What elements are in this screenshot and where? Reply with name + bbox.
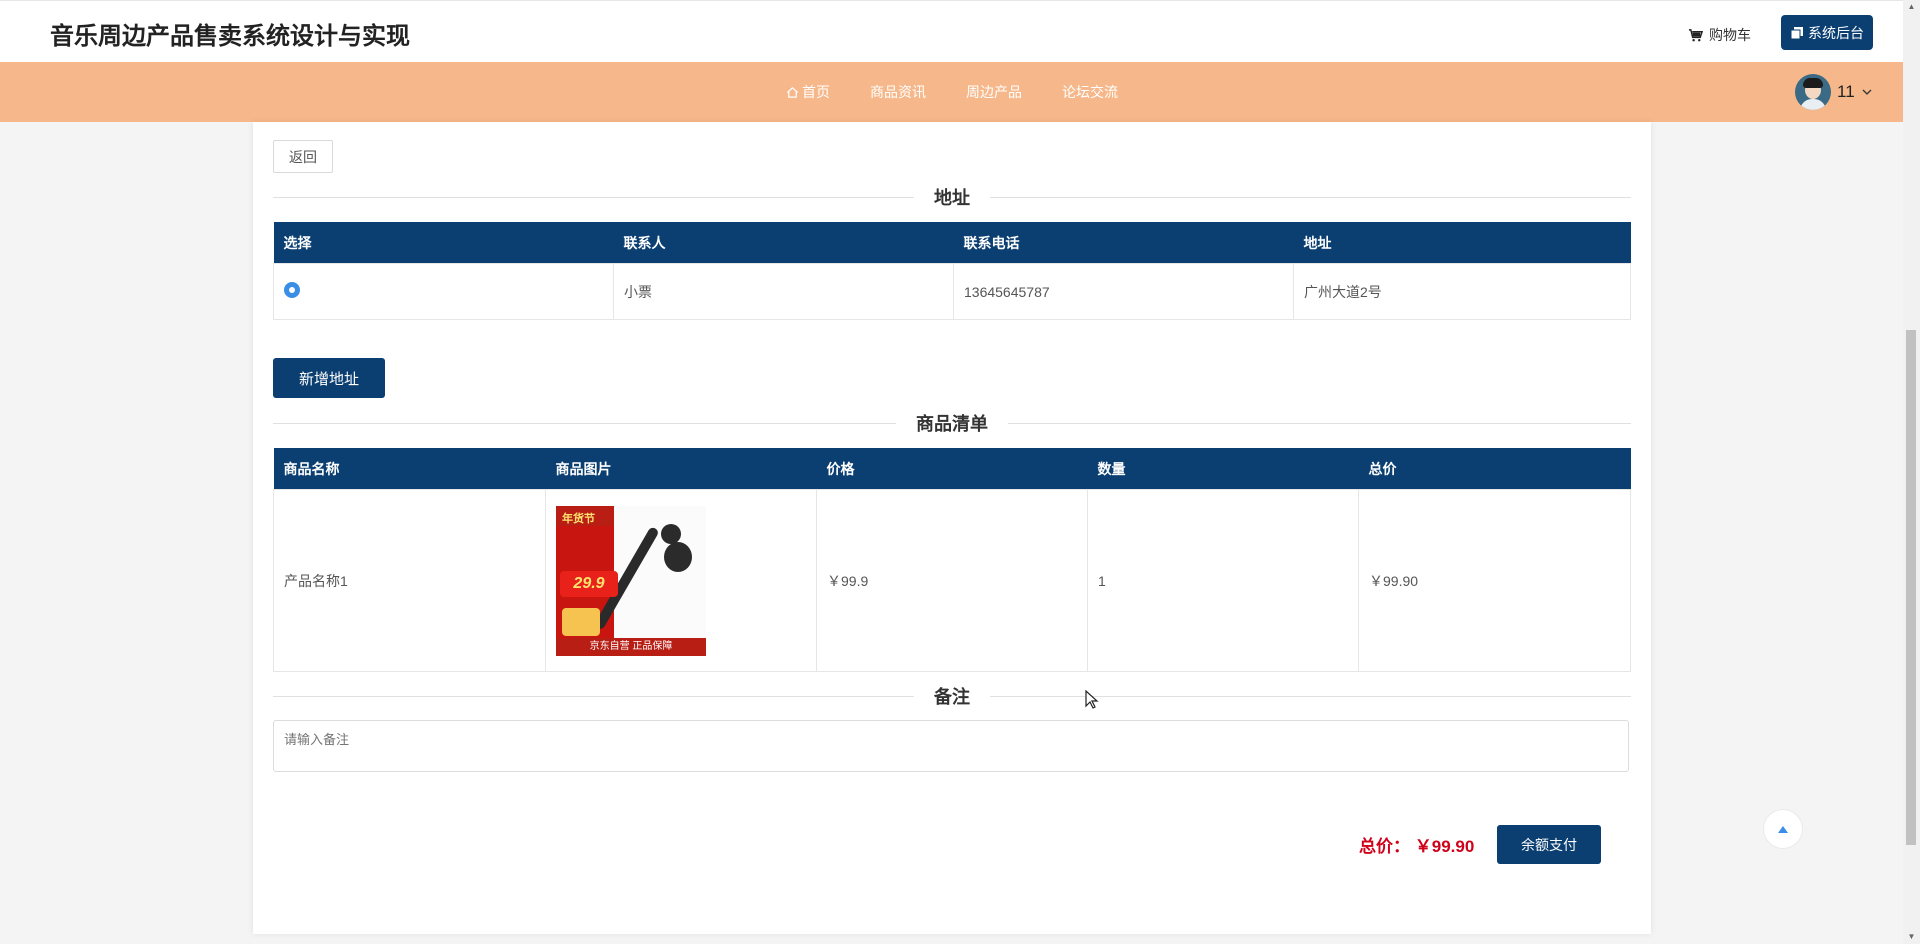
- admin-backend-label: 系统后台: [1808, 24, 1864, 41]
- nav-item-home[interactable]: 首页: [786, 82, 830, 102]
- order-total: 总价： ￥99.90: [1359, 832, 1474, 857]
- address-title: 地址: [934, 188, 970, 209]
- row-total-cell: ￥99.90: [1358, 489, 1631, 672]
- remark-input[interactable]: [273, 720, 1629, 772]
- nav-item-products[interactable]: 周边产品: [966, 82, 1022, 102]
- column-header: 联系人: [613, 222, 954, 264]
- address-select-cell: [273, 263, 614, 320]
- phone-cell: 13645645787: [953, 263, 1294, 320]
- price-cell: ￥99.9: [816, 489, 1088, 672]
- order-table: 商品名称 商品图片 价格 数量 总价 产品名称1 年货节 29.9 京东自营 正…: [273, 448, 1631, 672]
- image-promo-text: 年货节: [562, 512, 595, 525]
- remark-title: 备注: [934, 687, 970, 708]
- back-button[interactable]: 返回: [273, 140, 333, 173]
- back-to-top-button[interactable]: [1763, 809, 1803, 849]
- column-header: 地址: [1293, 222, 1631, 264]
- order-section-title: 商品清单: [273, 411, 1631, 435]
- product-image-cell: 年货节 29.9 京东自营 正品保障: [545, 489, 817, 672]
- user-name: 11: [1837, 82, 1855, 101]
- nav-item-label: 论坛交流: [1062, 84, 1118, 100]
- nav-item-label: 商品资讯: [870, 84, 926, 100]
- admin-backend-button[interactable]: 系统后台: [1781, 15, 1873, 50]
- add-address-button[interactable]: 新增地址: [273, 358, 385, 398]
- copy-icon: [1790, 26, 1803, 39]
- product-name-cell: 产品名称1: [273, 489, 546, 672]
- table-row: 产品名称1 年货节 29.9 京东自营 正品保障 ￥99.9 1 ￥99.90: [273, 489, 1631, 672]
- total-label: 总价：: [1359, 837, 1410, 856]
- address-radio[interactable]: [284, 282, 300, 298]
- site-title: 音乐周边产品售卖系统设计与实现: [50, 22, 410, 50]
- user-menu[interactable]: 11: [1795, 74, 1873, 110]
- nav-item-forum[interactable]: 论坛交流: [1062, 82, 1118, 102]
- nav-bar: 首页 商品资讯 周边产品 论坛交流 11: [0, 62, 1903, 122]
- quantity-cell: 1: [1087, 489, 1359, 672]
- total-value: ￥99.90: [1414, 837, 1475, 856]
- balance-pay-button[interactable]: 余额支付: [1497, 825, 1601, 864]
- nav-item-label: 首页: [802, 84, 830, 100]
- cart-icon: [1688, 28, 1703, 41]
- column-header: 数量: [1087, 448, 1359, 490]
- chevron-down-icon: [1862, 89, 1872, 95]
- contact-cell: 小票: [613, 263, 954, 320]
- scroll-down-icon[interactable]: ▼: [1907, 932, 1916, 941]
- order-title: 商品清单: [916, 414, 988, 435]
- mouse-cursor-icon: [1085, 690, 1099, 709]
- table-row: 小票 13645645787 广州大道2号: [273, 263, 1631, 320]
- nav-item-news[interactable]: 商品资讯: [870, 82, 926, 102]
- column-header: 选择: [273, 222, 614, 264]
- scrollbar-thumb[interactable]: [1906, 330, 1916, 845]
- cart-label: 购物车: [1709, 27, 1751, 43]
- avatar: [1795, 74, 1831, 110]
- column-header: 商品图片: [545, 448, 817, 490]
- address-cell: 广州大道2号: [1293, 263, 1631, 320]
- cart-link[interactable]: 购物车: [1688, 25, 1751, 45]
- scroll-up-icon[interactable]: ▲: [1907, 2, 1916, 11]
- column-header: 联系电话: [953, 222, 1294, 264]
- column-header: 价格: [816, 448, 1088, 490]
- arrow-up-icon: [1778, 826, 1788, 833]
- hulusi-product-image: 年货节 29.9 京东自营 正品保障: [556, 505, 706, 656]
- top-bar: 音乐周边产品售卖系统设计与实现 购物车 系统后台: [0, 0, 1903, 63]
- column-header: 总价: [1358, 448, 1631, 490]
- remark-section-title: 备注: [273, 684, 1631, 708]
- address-table: 选择 联系人 联系电话 地址 小票 13645645787 广州大道2号: [273, 222, 1631, 320]
- image-bottom-banner: 京东自营 正品保障: [556, 637, 706, 656]
- address-section-title: 地址: [273, 185, 1631, 209]
- column-header: 商品名称: [273, 448, 546, 490]
- nav-item-label: 周边产品: [966, 84, 1022, 100]
- nav-menu: 首页 商品资讯 周边产品 论坛交流: [786, 62, 1118, 122]
- image-price-tag: 29.9: [560, 570, 618, 597]
- home-icon: [786, 86, 799, 98]
